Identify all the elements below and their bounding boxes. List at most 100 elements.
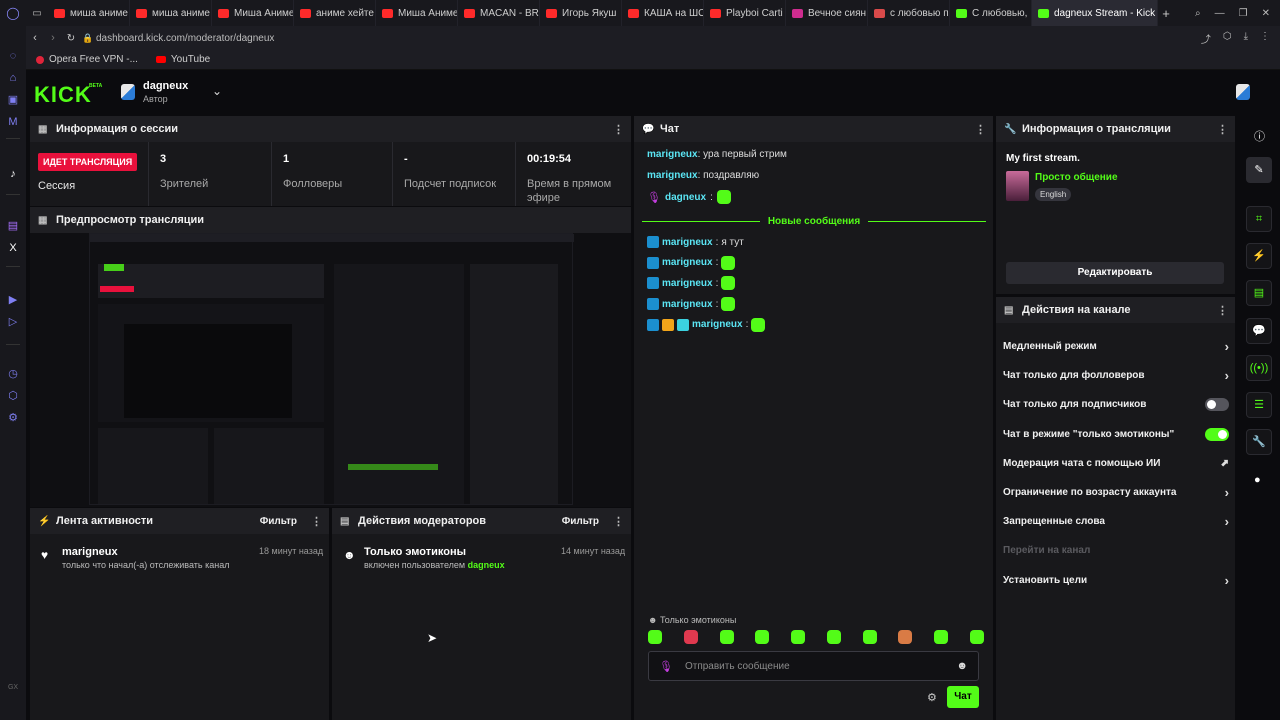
wallet-icon[interactable]: ▣ — [7, 94, 19, 106]
edit-stream-button[interactable]: Редактировать — [1006, 262, 1224, 284]
emote-button[interactable] — [755, 630, 770, 644]
channel-action-item[interactable]: Модерация чата с помощью ИИ ⬈ — [1003, 449, 1229, 478]
broadcast-tool-button[interactable]: ((•)) — [1246, 355, 1272, 381]
stream-preview-panel: ▦ Предпросмотр трансляции — [30, 207, 631, 507]
browser-tab[interactable]: миша аниме — [130, 0, 212, 26]
back-icon[interactable]: ‹ — [26, 32, 44, 44]
toggle-on[interactable] — [1205, 427, 1229, 441]
emoji-picker-icon[interactable]: ☻ — [956, 660, 968, 672]
restore-icon[interactable]: ❐ — [1239, 8, 1248, 19]
users-tool-button[interactable]: ☰ — [1246, 392, 1272, 418]
mod-menu-icon[interactable]: ⋮ — [613, 515, 624, 528]
channel-action-item[interactable]: Чат только для подписчиков — [1003, 390, 1229, 419]
emote — [721, 276, 736, 291]
chat-input[interactable]: 🎙 Отправить сообщение ☻ — [648, 651, 979, 681]
emote-button[interactable] — [683, 630, 698, 644]
chat-tool-button[interactable]: 💬 — [1246, 318, 1272, 344]
browser-tab[interactable]: Миша Аниме — [212, 0, 294, 26]
bookmark-opera-vpn[interactable]: Opera Free VPN -... — [36, 54, 138, 65]
mail-icon[interactable]: M — [7, 116, 19, 128]
chat-panel: 💬 Чат ⋮ marigneux: ура первый стрим marig… — [634, 116, 993, 720]
qr-tool-button[interactable]: ⌗ — [1246, 206, 1272, 232]
channel-action-item[interactable]: Установить цели › — [1003, 566, 1229, 595]
bookmark-youtube[interactable]: YouTube — [155, 54, 210, 65]
kick-logo[interactable]: KICK — [34, 82, 92, 108]
more-tools-icon[interactable]: ● — [1254, 474, 1261, 486]
tiktok-icon[interactable]: ♪ — [7, 168, 19, 180]
bag-icon[interactable]: ⌂ — [7, 72, 19, 84]
twitch-icon[interactable]: ▤ — [7, 220, 19, 232]
share-icon[interactable]: ⤴ — [1201, 31, 1211, 46]
extensions-sidebar-icon[interactable]: ⬡ — [7, 390, 19, 402]
search-tabs-icon[interactable]: ⌕ — [1195, 8, 1201, 19]
forward-icon[interactable]: › — [44, 32, 62, 44]
category-thumbnail[interactable] — [1006, 171, 1029, 201]
emote-mode-icon: ☻ — [648, 615, 658, 625]
minimize-icon[interactable]: — — [1215, 8, 1225, 19]
reload-icon[interactable]: ↻ — [62, 33, 80, 44]
browser-tab[interactable]: dagneux Stream - Kick — [1032, 0, 1158, 26]
bolt-tool-button[interactable]: ⚡ — [1246, 243, 1272, 269]
browser-tab[interactable]: КАША на ШО — [622, 0, 704, 26]
stream-info-menu-icon[interactable]: ⋮ — [1217, 123, 1228, 136]
channel-action-item[interactable]: Чат в режиме "только эмотиконы" — [1003, 420, 1229, 449]
browser-tab[interactable]: Игорь Якуш — [540, 0, 622, 26]
stream-category[interactable]: Просто общение — [1035, 172, 1118, 183]
settings-icon[interactable]: ⚙ — [7, 412, 19, 424]
browser-tab[interactable]: Миша Аниме — [376, 0, 458, 26]
chevron-down-icon[interactable]: ⌄ — [212, 84, 222, 98]
new-tab-icon[interactable]: + — [1158, 6, 1174, 21]
close-window-icon[interactable]: ✕ — [1262, 8, 1270, 19]
emote-button[interactable] — [826, 630, 841, 644]
emote-button[interactable] — [862, 630, 877, 644]
browser-tab[interactable]: Вечное сиян — [786, 0, 868, 26]
channel-action-item[interactable]: Медленный режим › — [1003, 332, 1229, 361]
aria-icon[interactable]: ◌ — [7, 50, 19, 62]
tab-menu-icon[interactable]: ▭ — [26, 8, 48, 19]
activity-user[interactable]: marigneux — [62, 546, 118, 558]
opera-logo-icon[interactable]: ◯ — [0, 0, 26, 26]
emote — [751, 317, 766, 332]
browser-menu-icon[interactable]: ⋮ — [1260, 31, 1270, 46]
emote-button[interactable] — [898, 630, 913, 644]
user-avatar[interactable] — [1236, 84, 1250, 100]
session-menu-icon[interactable]: ⋮ — [613, 123, 624, 136]
emote-button[interactable] — [648, 630, 662, 644]
channel-actions-menu-icon[interactable]: ⋮ — [1217, 304, 1228, 317]
edit-tool-button[interactable]: ✎ — [1246, 157, 1272, 183]
notes-tool-button[interactable]: ▤ — [1246, 280, 1272, 306]
gx-icon[interactable]: GX — [7, 682, 19, 694]
history-icon[interactable]: ◷ — [7, 368, 19, 380]
extensions-icon[interactable]: ⬡ — [1223, 31, 1232, 46]
url-field[interactable]: dashboard.kick.com/moderator/dagneux — [96, 33, 274, 44]
flow-icon[interactable]: ▷ — [7, 316, 19, 328]
browser-tab[interactable]: миша аниме — [48, 0, 130, 26]
mod-filter-button[interactable]: Фильтр — [562, 516, 599, 527]
browser-tab[interactable]: MACAN - BR — [458, 0, 540, 26]
browser-tab[interactable]: аниме хейте — [294, 0, 376, 26]
player-icon[interactable]: ▶ — [7, 294, 19, 306]
emote-button[interactable] — [934, 630, 949, 644]
emote-button[interactable] — [969, 630, 984, 644]
send-chat-button[interactable]: Чат — [947, 686, 979, 708]
activity-filter-button[interactable]: Фильтр — [260, 516, 297, 527]
info-icon[interactable]: ⓘ — [1254, 128, 1265, 144]
channel-action-item[interactable]: Чат только для фолловеров › — [1003, 361, 1229, 390]
toggle-off[interactable] — [1205, 398, 1229, 412]
activity-menu-icon[interactable]: ⋮ — [311, 515, 322, 528]
emote-button[interactable] — [719, 630, 734, 644]
channel-action-item[interactable]: Ограничение по возрасту аккаунта › — [1003, 478, 1229, 507]
chat-menu-icon[interactable]: ⋮ — [975, 123, 986, 136]
preview-video[interactable] — [89, 233, 574, 505]
channel-action-item[interactable]: Запрещенные слова › — [1003, 507, 1229, 536]
channel-avatar[interactable] — [121, 84, 135, 100]
browser-tab[interactable]: Playboi Carti — [704, 0, 786, 26]
browser-tab[interactable]: С любовью, — [950, 0, 1032, 26]
x-icon[interactable]: X — [7, 242, 19, 254]
emote-button[interactable] — [791, 630, 806, 644]
download-icon[interactable]: ⤓ — [1244, 31, 1248, 46]
wrench-tool-button[interactable]: 🔧 — [1246, 429, 1272, 455]
mod-action-user[interactable]: dagneux — [468, 560, 505, 570]
browser-tab[interactable]: с любовью п — [868, 0, 950, 26]
chat-settings-icon[interactable]: ⚙ — [927, 691, 937, 704]
